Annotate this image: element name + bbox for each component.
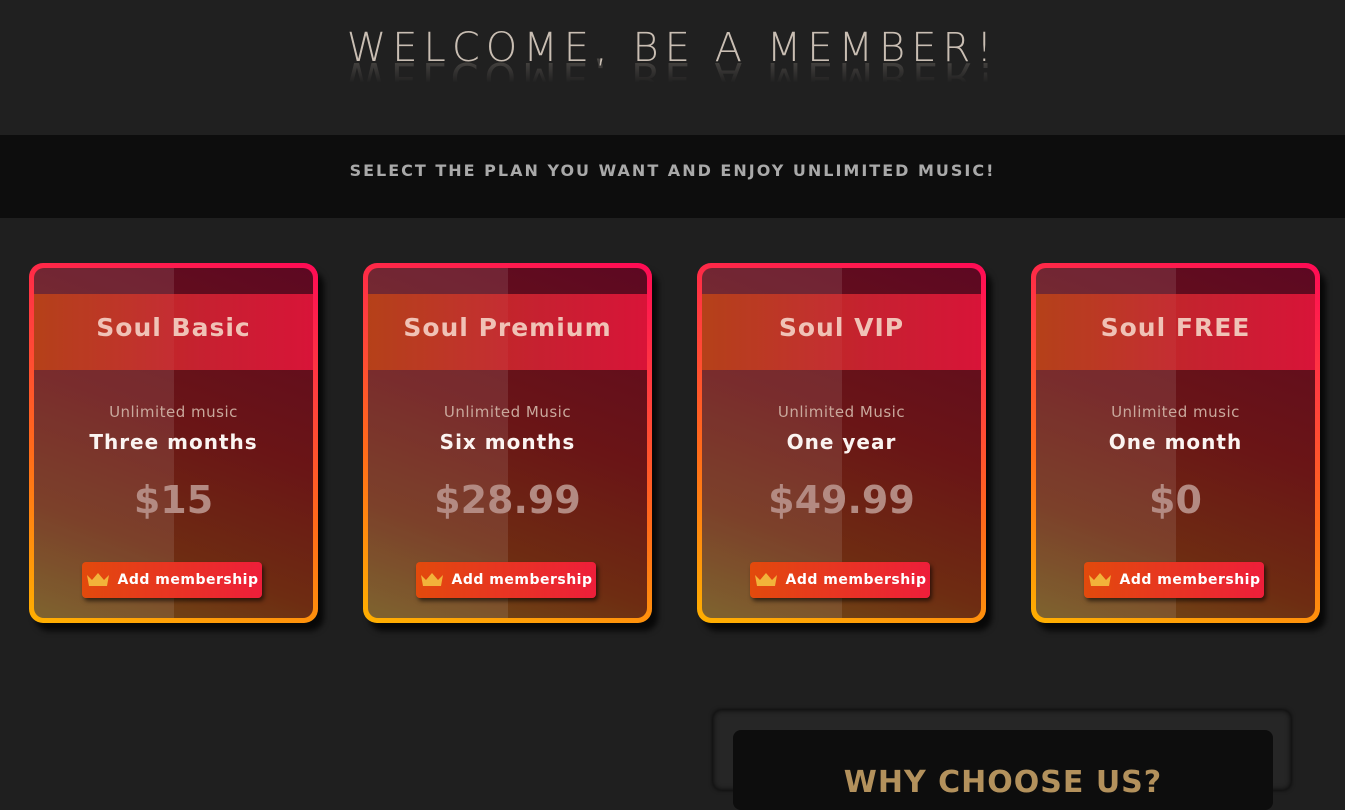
add-membership-button[interactable]: Add membership [750, 562, 930, 598]
plan-card-body: Soul FREE Unlimited music One month $0 A… [1036, 268, 1315, 618]
plan-name: Soul Premium [403, 313, 612, 342]
crown-icon [86, 573, 109, 586]
plan-card-vip: Soul VIP Unlimited Music One year $49.99… [697, 263, 986, 623]
plan-name: Soul FREE [1100, 313, 1251, 342]
add-membership-button[interactable]: Add membership [1084, 562, 1264, 598]
plan-card-premium: Soul Premium Unlimited Music Six months … [363, 263, 652, 623]
plan-duration: One month [1108, 430, 1243, 454]
plan-name: Soul VIP [778, 313, 905, 342]
add-membership-button[interactable]: Add membership [82, 562, 262, 598]
plan-price: $15 [133, 478, 214, 522]
plan-subtitle: Unlimited music [109, 403, 238, 421]
plan-price: $49.99 [768, 478, 915, 522]
plan-subtitle: Unlimited Music [777, 403, 906, 421]
plan-subtitle: Unlimited Music [443, 403, 572, 421]
add-membership-label: Add membership [117, 572, 259, 588]
add-membership-label: Add membership [451, 572, 593, 588]
add-membership-label: Add membership [785, 572, 927, 588]
plan-duration: One year [786, 430, 897, 454]
add-membership-button[interactable]: Add membership [416, 562, 596, 598]
hero-header: WELCOME, BE A MEMBER! WELCOME, BE A MEMB… [0, 0, 1345, 135]
why-choose-us-title: WHY CHOOSE US? [843, 765, 1163, 800]
plan-price: $28.99 [434, 478, 581, 522]
page-title-reflection: WELCOME, BE A MEMBER! [345, 53, 1000, 99]
why-choose-us-section: WHY CHOOSE US? [713, 710, 1291, 810]
crown-icon [420, 573, 443, 586]
plan-card-free: Soul FREE Unlimited music One month $0 A… [1031, 263, 1320, 623]
plan-card-body: Soul Basic Unlimited music Three months … [34, 268, 313, 618]
plan-card-body: Soul Premium Unlimited Music Six months … [368, 268, 647, 618]
plan-card-body: Soul VIP Unlimited Music One year $49.99… [702, 268, 981, 618]
crown-icon [754, 573, 777, 586]
why-choose-us-panel: WHY CHOOSE US? [733, 730, 1273, 810]
crown-icon [1088, 573, 1111, 586]
plan-name: Soul Basic [96, 313, 251, 342]
plan-price: $0 [1149, 478, 1202, 522]
plan-card-basic: Soul Basic Unlimited music Three months … [29, 263, 318, 623]
plan-duration: Three months [89, 430, 258, 454]
add-membership-label: Add membership [1119, 572, 1261, 588]
tagline-text: SELECT THE PLAN YOU WANT AND ENJOY UNLIM… [349, 161, 996, 180]
plan-duration: Six months [439, 430, 576, 454]
plan-subtitle: Unlimited music [1111, 403, 1240, 421]
